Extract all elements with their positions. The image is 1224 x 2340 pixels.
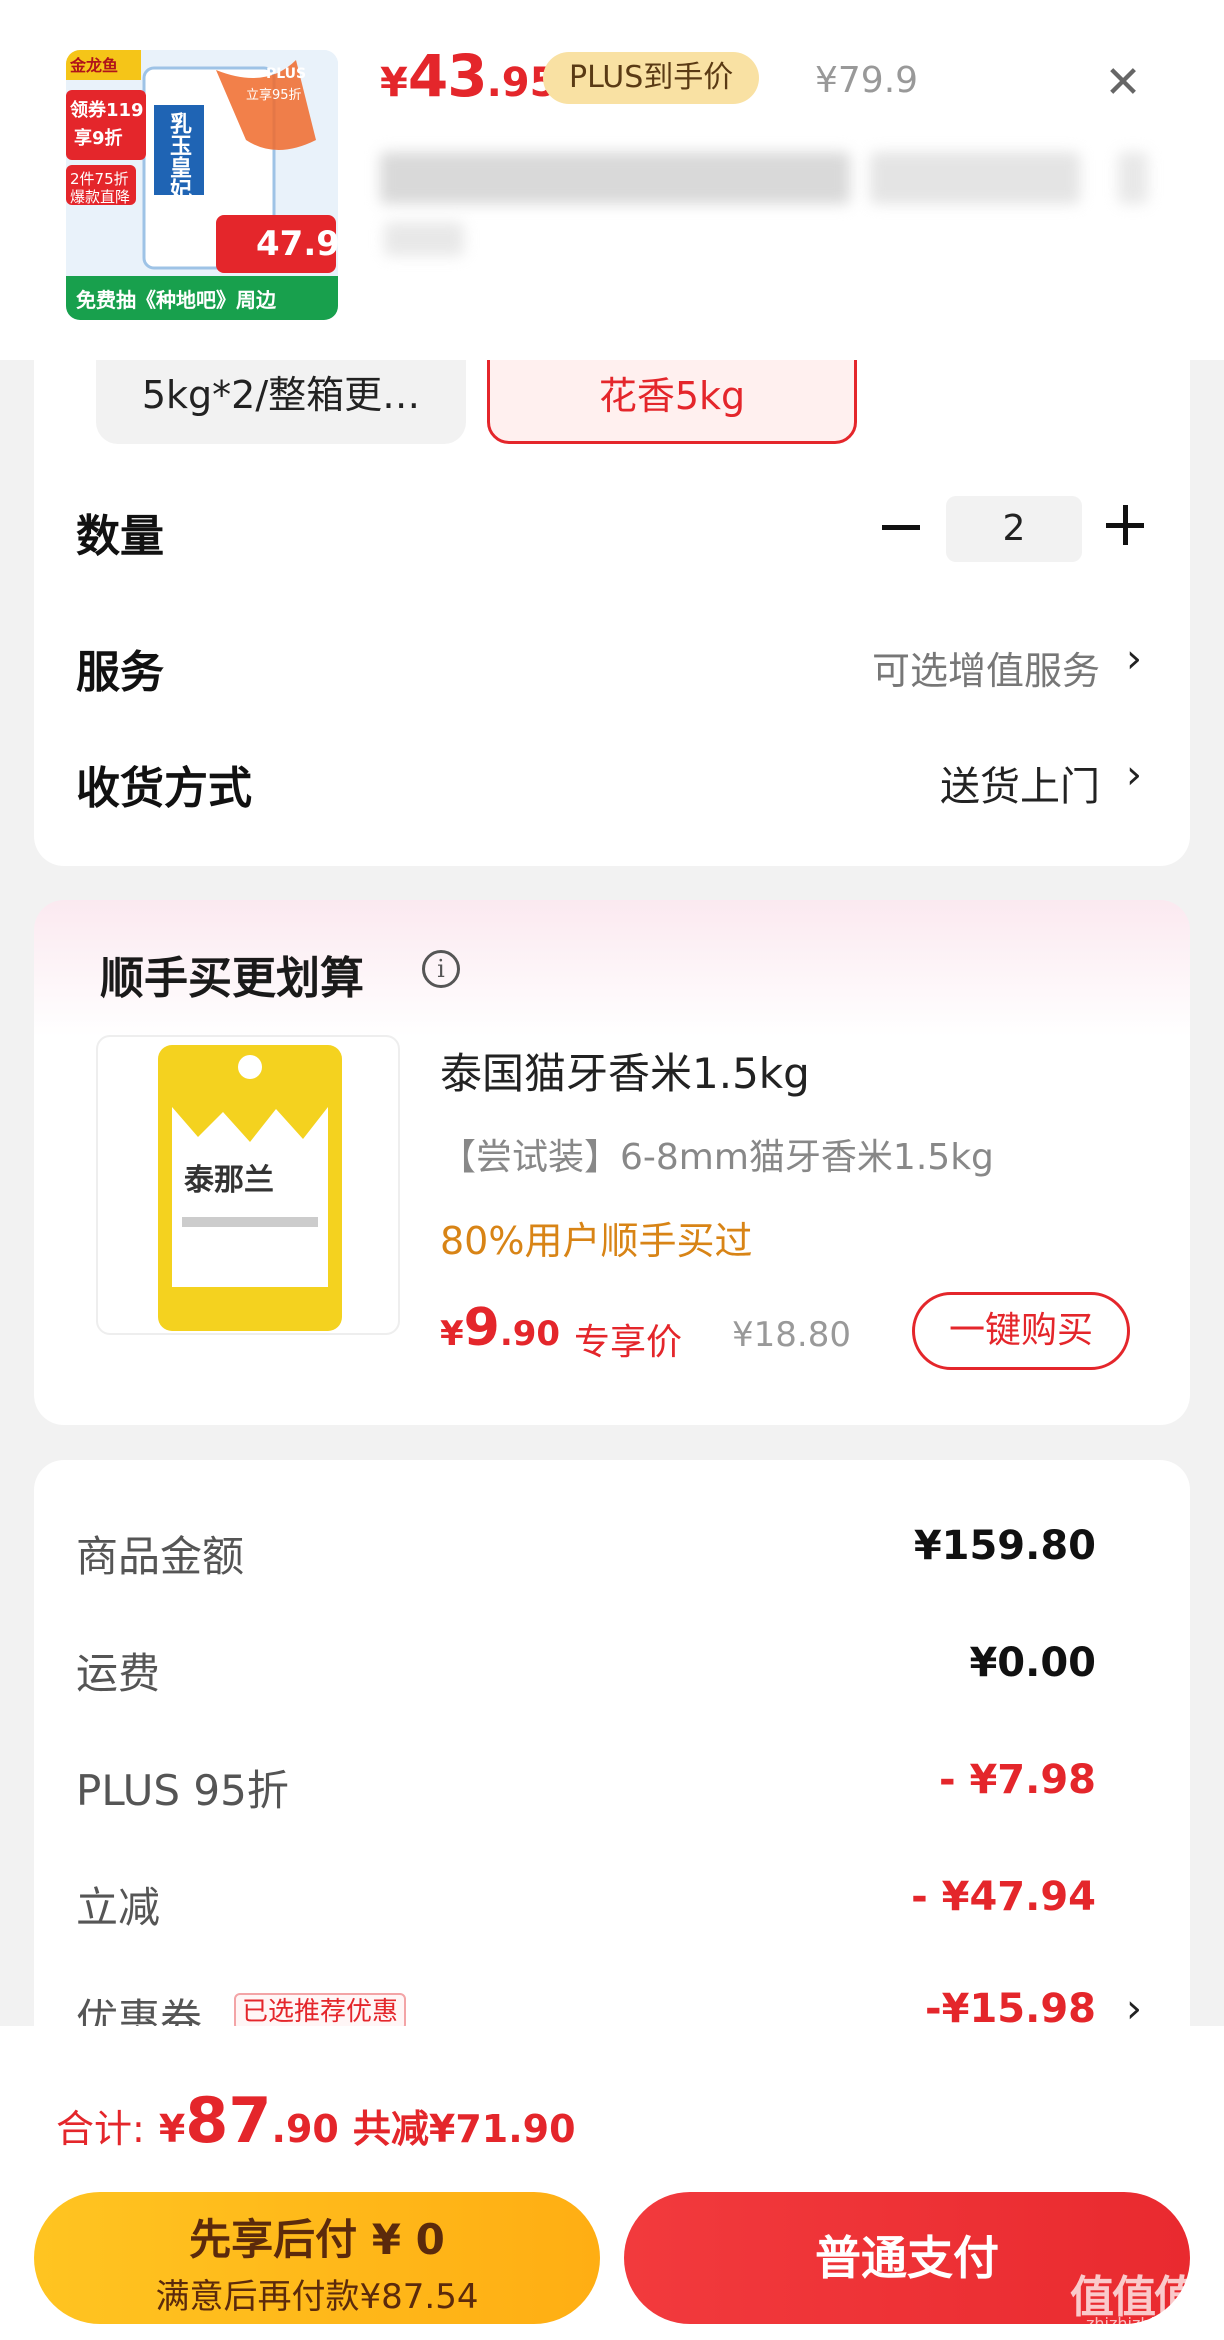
pay-later-button[interactable]: 先享后付 ¥ 0 满意后再付款¥87.54 bbox=[34, 2192, 600, 2324]
summary-label-shipping: 运费 bbox=[76, 1649, 161, 1698]
thumb-price-badge: 47.9 bbox=[256, 224, 338, 264]
summary-value-shipping: ¥0.00 bbox=[969, 1640, 1096, 1686]
addon-original-price: ¥18.80 bbox=[732, 1315, 851, 1355]
summary-value-plus-discount: - ¥7.98 bbox=[938, 1757, 1096, 1803]
addon-image-brand: 泰那兰 bbox=[184, 1163, 274, 1198]
order-summary-card: 商品金额 ¥159.80 运费 ¥0.00 PLUS 95折 - ¥7.98 立… bbox=[34, 1460, 1190, 2060]
blurred-title-2 bbox=[870, 152, 1080, 204]
total-saved: 共减¥71.90 bbox=[352, 2107, 576, 2151]
delivery-value[interactable]: 送货上门 bbox=[940, 754, 1100, 812]
price-integer: 43 bbox=[407, 42, 488, 110]
addon-product-image[interactable]: 泰那兰 bbox=[96, 1035, 400, 1335]
total-label: 合计: bbox=[56, 2107, 145, 2151]
addon-price-decimal: .90 bbox=[499, 1314, 561, 1354]
blurred-title-4 bbox=[384, 222, 464, 256]
addon-product-name[interactable]: 泰国猫牙香米1.5kg bbox=[440, 1040, 810, 1101]
total-integer: 87 bbox=[185, 2084, 272, 2157]
current-price: ¥ 43 .95 bbox=[380, 42, 557, 110]
watermark-url: zhizhizhi.com bbox=[1086, 2314, 1195, 2333]
thumb-bottom-banner: 免费抽《种地吧》周边 bbox=[76, 288, 276, 312]
product-thumbnail: 金龙鱼 乳玉皇妃 领券119 享9折 2件75折 爆款直降 PLUS 立享95折… bbox=[66, 50, 338, 320]
thumb-promo4: 爆款直降 bbox=[70, 188, 131, 206]
addon-price-integer: 9 bbox=[463, 1298, 500, 1358]
quantity-label: 数量 bbox=[76, 511, 164, 562]
pay-later-subtitle: 满意后再付款¥87.54 bbox=[155, 2277, 479, 2317]
thumb-plus-badge2: 立享95折 bbox=[246, 88, 302, 103]
thumb-plus-badge: PLUS bbox=[266, 66, 307, 82]
sku-option-b-label: 花香5kg bbox=[598, 374, 746, 418]
delivery-chevron-icon[interactable]: › bbox=[1126, 752, 1142, 798]
summary-value-subtotal: ¥159.80 bbox=[913, 1523, 1096, 1569]
thumb-product-name: 乳玉皇妃 bbox=[166, 112, 191, 200]
total-currency: ¥ bbox=[158, 2107, 186, 2151]
thumb-brand: 金龙鱼 bbox=[70, 56, 119, 75]
addon-product-desc: 【尝试装】6-8mm猫牙香米1.5kg bbox=[440, 1137, 994, 1178]
original-price: ¥79.9 bbox=[815, 60, 919, 101]
service-chevron-icon[interactable]: › bbox=[1126, 636, 1142, 682]
summary-value-instant-discount: - ¥47.94 bbox=[911, 1874, 1096, 1920]
service-value[interactable]: 可选增值服务 bbox=[872, 640, 1100, 695]
sku-option-a-label: 5kg*2/整箱更… bbox=[141, 373, 421, 417]
quantity-input[interactable]: 2 bbox=[946, 496, 1082, 562]
addon-card: 顺手买更划算 i 泰那兰 泰国猫牙香米1.5kg 【尝试装】6-8mm猫牙香米1… bbox=[34, 900, 1190, 1425]
total-decimal: .90 bbox=[271, 2107, 339, 2151]
checkout-bar: 合计: ¥ 87 .90 共减¥71.90 先享后付 ¥ 0 满意后再付款¥87… bbox=[0, 2026, 1224, 2340]
addon-purchase-stat: 80%用户顺手买过 bbox=[440, 1219, 753, 1263]
blurred-title-3 bbox=[1118, 152, 1148, 204]
info-icon[interactable]: i bbox=[422, 950, 460, 988]
pay-later-title: 先享后付 ¥ 0 bbox=[189, 2215, 445, 2264]
addon-price-currency: ¥ bbox=[440, 1314, 464, 1354]
summary-label-plus-discount: PLUS 95折 bbox=[76, 1766, 289, 1815]
thumb-promo1: 领券119 bbox=[70, 100, 144, 121]
order-total: 合计: ¥ 87 .90 共减¥71.90 bbox=[56, 2084, 576, 2157]
price-currency: ¥ bbox=[380, 60, 408, 106]
service-label: 服务 bbox=[76, 647, 164, 698]
blurred-title bbox=[380, 152, 850, 204]
summary-label-instant-discount: 立减 bbox=[76, 1883, 161, 1932]
delivery-label: 收货方式 bbox=[76, 763, 252, 814]
summary-label-subtotal: 商品金额 bbox=[76, 1532, 245, 1581]
close-button[interactable]: ✕ bbox=[1098, 58, 1148, 108]
quantity-increase-button[interactable] bbox=[1106, 505, 1146, 545]
product-header: 金龙鱼 乳玉皇妃 领券119 享9折 2件75折 爆款直降 PLUS 立享95折… bbox=[0, 0, 1224, 360]
addon-price: ¥ 9 .90 bbox=[440, 1298, 560, 1358]
one-click-buy-button[interactable]: 一键购买 bbox=[912, 1292, 1130, 1370]
quantity-decrease-button[interactable] bbox=[882, 505, 926, 549]
thumb-promo2: 享9折 bbox=[74, 128, 123, 149]
addon-price-tag: 专享价 bbox=[574, 1322, 683, 1363]
plus-price-tag: PLUS到手价 bbox=[543, 52, 760, 104]
addon-title: 顺手买更划算 bbox=[100, 953, 364, 1004]
